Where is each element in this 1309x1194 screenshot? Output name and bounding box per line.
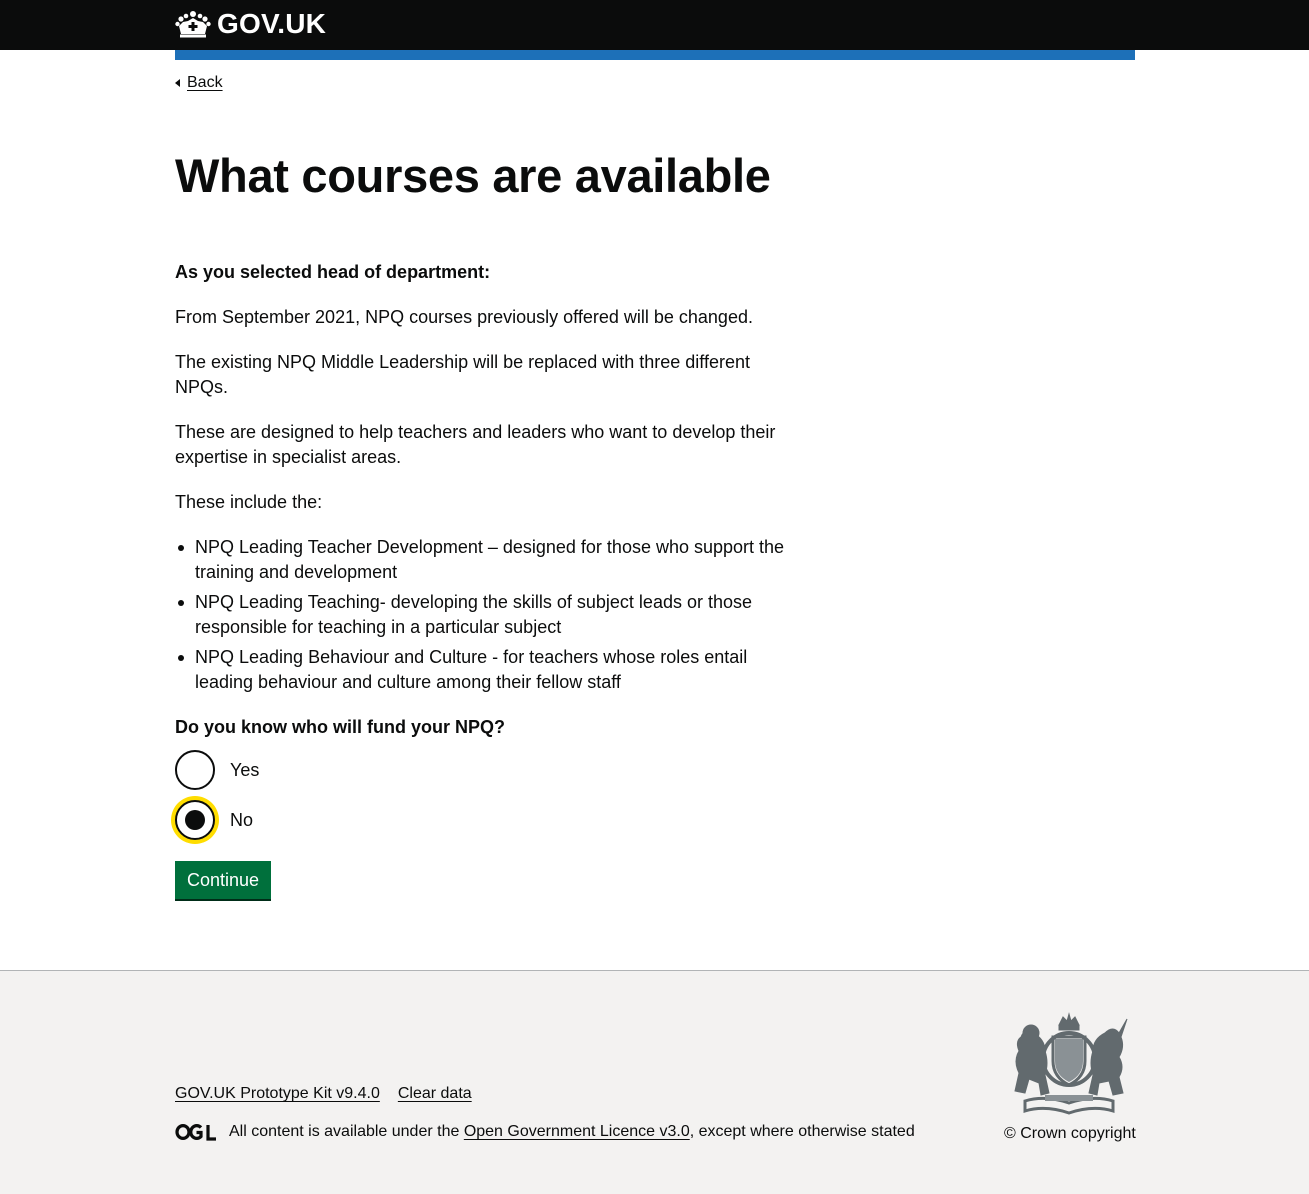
paragraph: From September 2021, NPQ courses previou… [175,307,753,327]
licence-link[interactable]: Open Government Licence v3.0 [464,1123,690,1141]
page-title: What courses are available [175,149,771,202]
licence-suffix: , except where otherwise stated [689,1123,915,1140]
licence-prefix: All content is available under the [229,1123,464,1140]
govuk-logo-link[interactable]: GOV.UK [175,8,326,40]
radio-no[interactable] [175,800,215,840]
licence-statement: All content is available under the Open … [175,1123,915,1141]
list-item: NPQ Leading Teacher Development – design… [175,535,805,585]
site-footer: GOV.UK Prototype Kit v9.4.0 Clear data A… [0,970,1309,1194]
back-link-label: Back [187,74,223,91]
footer-links: GOV.UK Prototype Kit v9.4.0 Clear data [175,1085,472,1103]
list-item: NPQ Leading Teaching- developing the ski… [175,590,805,640]
paragraph: These are designed to help teachers and … [175,422,776,467]
radio-option-no[interactable]: No [175,800,805,840]
footer-link-clear-data[interactable]: Clear data [398,1085,472,1103]
header-blue-bar [175,50,1135,60]
continue-button[interactable]: Continue [175,861,272,899]
intro-heading: As you selected head of department: [175,262,491,282]
radio-no-label[interactable]: No [230,808,253,833]
royal-coat-of-arms-icon [1014,1012,1128,1115]
radio-yes-label[interactable]: Yes [230,758,259,783]
paragraph: These include the: [175,492,323,512]
list-item: NPQ Leading Behaviour and Culture - for … [175,645,805,695]
radio-yes[interactable] [175,750,215,790]
back-link[interactable]: Back [175,74,223,92]
paragraph: The existing NPQ Middle Leadership will … [175,352,750,397]
site-header: GOV.UK [0,0,1309,50]
logo-text: GOV.UK [217,8,327,39]
chevron-left-icon [175,79,180,87]
funding-fieldset: Do you know who will fund your NPQ? Yes … [175,715,805,850]
funding-question: Do you know who will fund your NPQ? [175,717,505,737]
crown-icon [175,11,211,38]
radio-option-yes[interactable]: Yes [175,750,805,790]
main-content: What courses are available As you select… [175,150,805,899]
footer-link-prototype-kit[interactable]: GOV.UK Prototype Kit v9.4.0 [175,1085,380,1103]
course-list: NPQ Leading Teacher Development – design… [175,535,805,695]
crown-copyright-link[interactable]: © Crown copyright [1004,1125,1136,1143]
ogl-logo-icon [175,1123,216,1141]
